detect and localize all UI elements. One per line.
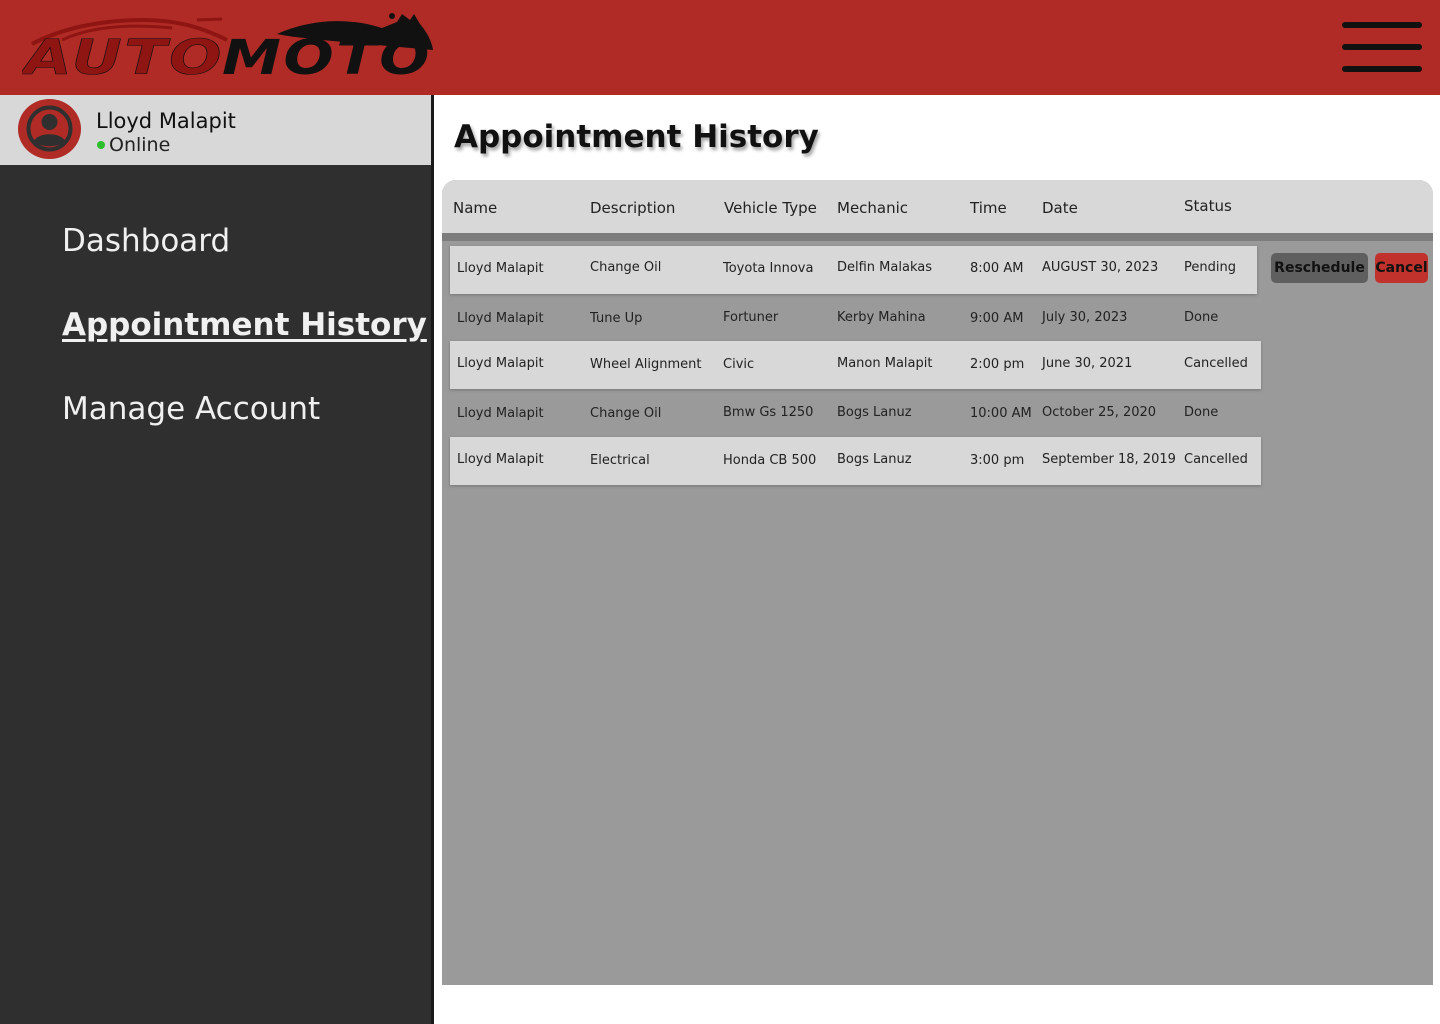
- table-header: Name Description Vehicle Type Mechanic T…: [442, 180, 1433, 233]
- table-row[interactable]: Lloyd Malapit Tune Up Fortuner Kerby Mah…: [450, 294, 1260, 342]
- hamburger-line: [1342, 44, 1422, 50]
- cell-time: 9:00 AM: [970, 311, 1024, 326]
- table-row[interactable]: Lloyd Malapit Wheel Alignment Civic Mano…: [450, 341, 1261, 389]
- cell-vehicle-type: Toyota Innova: [723, 261, 814, 276]
- cell-date: June 30, 2021: [1042, 356, 1133, 371]
- cancel-button[interactable]: Cancel: [1375, 253, 1428, 283]
- header-divider: [442, 233, 1433, 241]
- cell-vehicle-type: Honda CB 500: [723, 453, 817, 468]
- table-row[interactable]: Lloyd Malapit Change Oil Bmw Gs 1250 Bog…: [450, 390, 1261, 438]
- logo-text-moto: MOTO: [222, 30, 432, 82]
- cell-time: 2:00 pm: [970, 357, 1025, 372]
- online-status-dot: [97, 141, 105, 149]
- column-header-name: Name: [453, 199, 498, 217]
- cell-status: Done: [1184, 405, 1219, 420]
- nav-item-appointment-history[interactable]: Appointment History: [62, 307, 427, 343]
- hamburger-line: [1342, 66, 1422, 72]
- nav-item-dashboard[interactable]: Dashboard: [62, 223, 230, 259]
- hamburger-line: [1342, 22, 1422, 28]
- cell-mechanic: Bogs Lanuz: [837, 405, 912, 420]
- cell-date: July 30, 2023: [1042, 310, 1128, 325]
- column-header-time: Time: [970, 199, 1007, 217]
- user-avatar-icon[interactable]: [18, 99, 81, 159]
- table-row[interactable]: Lloyd Malapit Change Oil Toyota Innova D…: [450, 246, 1257, 294]
- cell-status: Cancelled: [1184, 356, 1248, 371]
- cell-name: Lloyd Malapit: [457, 356, 544, 371]
- cell-time: 8:00 AM: [970, 261, 1024, 276]
- hamburger-menu-icon[interactable]: [1342, 22, 1422, 74]
- cell-name: Lloyd Malapit: [457, 311, 544, 326]
- cell-time: 3:00 pm: [970, 453, 1025, 468]
- cell-vehicle-type: Civic: [723, 357, 755, 372]
- column-header-status: Status: [1184, 197, 1232, 215]
- appointments-table: Name Description Vehicle Type Mechanic T…: [442, 180, 1433, 985]
- user-name: Lloyd Malapit: [96, 109, 236, 133]
- user-status: Online: [109, 134, 171, 156]
- column-header-description: Description: [590, 199, 676, 217]
- user-panel: Lloyd Malapit Online: [0, 95, 431, 165]
- cell-name: Lloyd Malapit: [457, 261, 544, 276]
- sidebar-divider: [431, 95, 434, 1024]
- cell-description: Wheel Alignment: [590, 357, 702, 372]
- cell-name: Lloyd Malapit: [457, 406, 544, 421]
- cell-date: September 18, 2019: [1042, 452, 1176, 467]
- cell-mechanic: Delfin Malakas: [837, 260, 932, 275]
- cell-name: Lloyd Malapit: [457, 452, 544, 467]
- reschedule-button[interactable]: Reschedule: [1271, 253, 1368, 283]
- sidebar: Lloyd Malapit Online Dashboard Appointme…: [0, 95, 431, 1024]
- cell-vehicle-type: Bmw Gs 1250: [723, 405, 814, 420]
- page-title: Appointment History: [454, 119, 819, 155]
- cell-description: Change Oil: [590, 406, 662, 421]
- column-header-date: Date: [1042, 199, 1078, 217]
- cell-date: AUGUST 30, 2023: [1042, 260, 1159, 275]
- column-header-vehicle-type: Vehicle Type: [724, 199, 817, 217]
- cell-description: Change Oil: [590, 260, 662, 275]
- cell-status: Pending: [1184, 260, 1236, 275]
- cell-description: Electrical: [590, 453, 650, 468]
- logo-text-auto: AUTO: [22, 30, 224, 82]
- cell-status: Done: [1184, 310, 1219, 325]
- table-row[interactable]: Lloyd Malapit Electrical Honda CB 500 Bo…: [450, 437, 1261, 485]
- cell-mechanic: Bogs Lanuz: [837, 452, 912, 467]
- automoto-logo[interactable]: AUTO MOTO: [22, 10, 437, 82]
- cell-mechanic: Manon Malapit: [837, 356, 933, 371]
- cell-mechanic: Kerby Mahina: [837, 310, 926, 325]
- cell-date: October 25, 2020: [1042, 405, 1157, 420]
- cell-description: Tune Up: [590, 311, 643, 326]
- cell-time: 10:00 AM: [970, 406, 1032, 421]
- cell-vehicle-type: Fortuner: [723, 310, 779, 325]
- cell-status: Cancelled: [1184, 452, 1248, 467]
- nav-item-manage-account[interactable]: Manage Account: [62, 391, 320, 427]
- top-bar: AUTO MOTO: [0, 0, 1440, 95]
- column-header-mechanic: Mechanic: [837, 199, 909, 217]
